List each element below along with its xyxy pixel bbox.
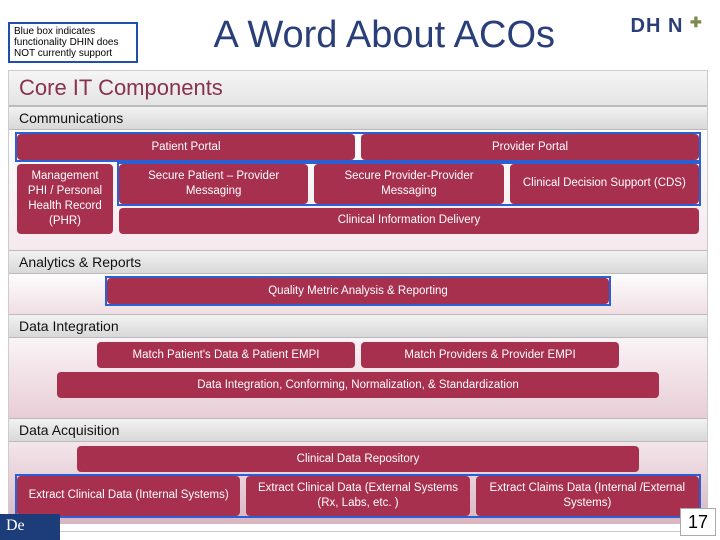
- chip-match-provider: Match Providers & Provider EMPI: [361, 342, 619, 368]
- chip-provider-portal: Provider Portal: [361, 134, 699, 160]
- chip-quality-metric: Quality Metric Analysis & Reporting: [107, 278, 609, 304]
- core-header: Core IT Components: [9, 71, 707, 106]
- slide-title: A Word About ACOs: [138, 4, 631, 57]
- caduceus-icon: [690, 12, 704, 32]
- chip-cds: Clinical Decision Support (CDS): [510, 164, 699, 204]
- section-dataintegration-body: Match Patient's Data & Patient EMPI Matc…: [9, 338, 707, 418]
- section-dataintegration-label: Data Integration: [9, 314, 707, 338]
- legend-note: Blue box indicates functionality DHIN do…: [8, 22, 138, 63]
- dhin-logo: DH N: [631, 4, 704, 38]
- section-communications-body: Patient Portal Provider Portal Managemen…: [9, 130, 707, 250]
- chip-secure-provider-msg: Secure Provider-Provider Messaging: [314, 164, 503, 204]
- section-analytics-label: Analytics & Reports: [9, 250, 707, 274]
- core-it-diagram: Core IT Components Communications Patien…: [8, 70, 708, 532]
- section-communications-label: Communications: [9, 106, 707, 130]
- footer-left: De: [0, 514, 60, 540]
- section-analytics-body: Quality Metric Analysis & Reporting: [9, 274, 707, 314]
- chip-match-patient: Match Patient's Data & Patient EMPI: [97, 342, 355, 368]
- chip-clinical-repo: Clinical Data Repository: [77, 446, 639, 472]
- page-number: 17: [680, 508, 716, 536]
- chip-data-integration: Data Integration, Conforming, Normalizat…: [57, 372, 659, 398]
- chip-secure-patient-msg: Secure Patient – Provider Messaging: [119, 164, 308, 204]
- chip-patient-portal: Patient Portal: [17, 134, 355, 160]
- chip-clinical-info-delivery: Clinical Information Delivery: [119, 208, 699, 234]
- chip-extract-claims: Extract Claims Data (Internal /External …: [476, 476, 699, 516]
- section-dataacq-label: Data Acquisition: [9, 418, 707, 442]
- chip-phr: Management PHI / Personal Health Record …: [17, 164, 113, 234]
- chip-extract-internal: Extract Clinical Data (Internal Systems): [17, 476, 240, 516]
- chip-extract-external: Extract Clinical Data (External Systems …: [246, 476, 469, 516]
- section-dataacq-body: Clinical Data Repository Extract Clinica…: [9, 442, 707, 524]
